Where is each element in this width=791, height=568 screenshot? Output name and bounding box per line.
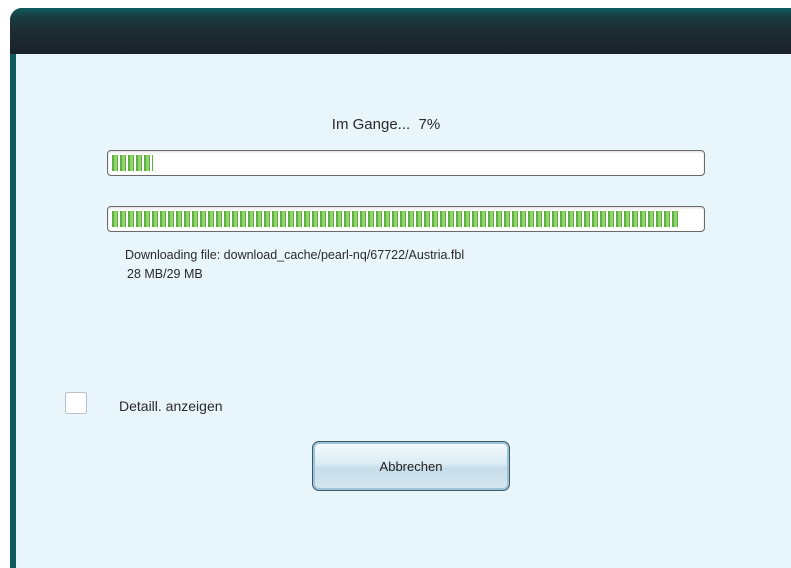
download-size-text: 28 MB/29 MB <box>127 267 203 281</box>
show-details-label[interactable]: Detaill. anzeigen <box>119 398 223 414</box>
show-details-checkbox[interactable] <box>65 392 87 414</box>
file-progress-fill <box>112 211 679 227</box>
file-progress-bar <box>107 206 705 232</box>
status-percent: 7% <box>418 116 441 133</box>
overall-progress-fill <box>112 155 153 171</box>
title-bar[interactable] <box>10 8 791 54</box>
dialog-content: Im Gange... 7% Downloading file: downloa… <box>16 54 791 568</box>
cancel-button[interactable]: Abbrechen <box>312 441 510 491</box>
download-file-text: Downloading file: download_cache/pearl-n… <box>125 248 465 262</box>
status-label: Im Gange... <box>331 116 411 133</box>
download-dialog-window: Im Gange... 7% Downloading file: downloa… <box>10 8 791 568</box>
overall-progress-bar <box>107 150 705 176</box>
status-line: Im Gange... 7% <box>16 116 756 133</box>
